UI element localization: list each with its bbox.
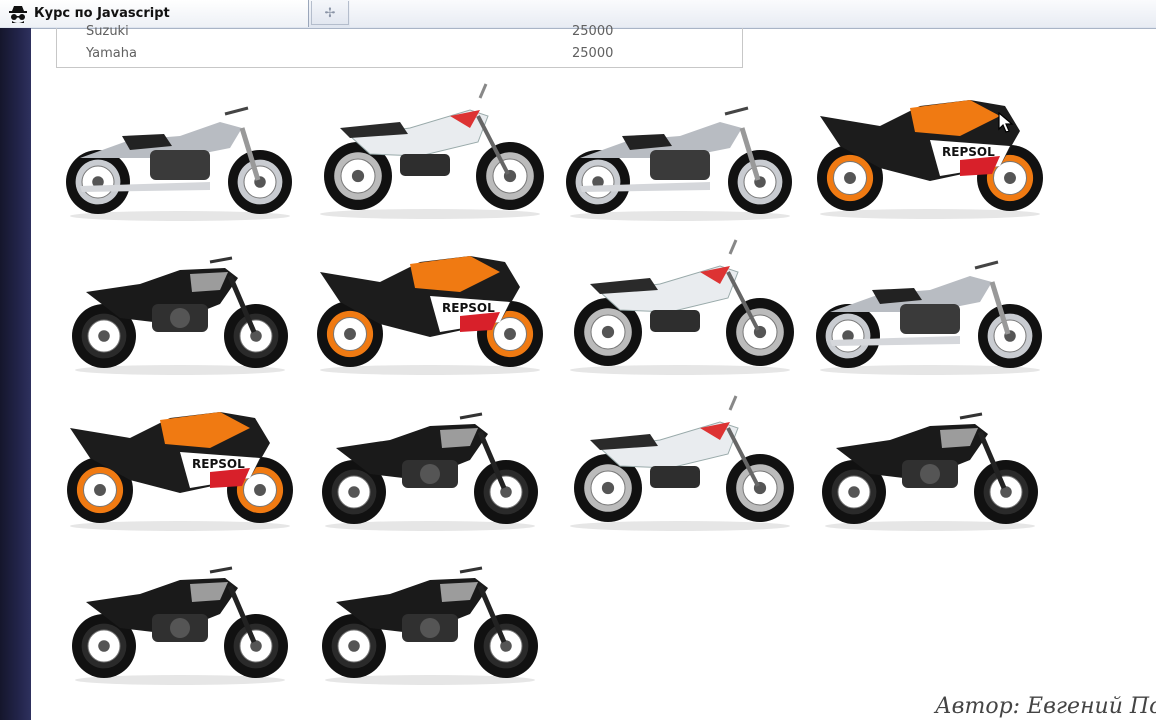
- gallery-image[interactable]: [60, 232, 300, 377]
- gallery-image[interactable]: [60, 78, 300, 223]
- gallery-image[interactable]: [560, 78, 800, 223]
- gallery-image[interactable]: [60, 542, 300, 687]
- adventure-motorcycle-image: [320, 83, 544, 219]
- gallery-image[interactable]: [560, 232, 800, 377]
- table-row: Yamaha 25000: [57, 44, 742, 64]
- naked-motorcycle-image: [72, 256, 288, 375]
- gallery-image[interactable]: REPSOL: [60, 388, 300, 533]
- price-table: Suzuki 25000 Yamaha 25000: [56, 24, 743, 68]
- gallery-image[interactable]: [810, 232, 1050, 377]
- naked-motorcycle-image: [822, 412, 1038, 531]
- sportbike-motorcycle-image: REPSOL: [67, 412, 293, 531]
- table-cell-name: Suzuki: [86, 24, 129, 39]
- table-cell-price: 25000: [572, 24, 614, 39]
- author-signature: Автор: Евгений Попов: [935, 694, 1156, 719]
- naked-motorcycle-image: [322, 412, 538, 531]
- table-cell-price: 25000: [572, 46, 614, 61]
- gallery-image[interactable]: [810, 388, 1050, 533]
- adventure-motorcycle-image: [570, 395, 794, 531]
- gallery-image[interactable]: [310, 388, 550, 533]
- table-cell-name: Yamaha: [86, 46, 137, 61]
- gallery-image[interactable]: [310, 76, 550, 221]
- gallery-image[interactable]: [560, 388, 800, 533]
- naked-motorcycle-image: [72, 566, 288, 685]
- table-row: Suzuki 25000: [57, 22, 742, 42]
- sportbike-motorcycle-image: REPSOL: [817, 100, 1043, 219]
- mouse-cursor-icon: [998, 112, 1014, 133]
- gallery-image[interactable]: REPSOL: [310, 232, 550, 377]
- cruiser-motorcycle-image: [566, 106, 792, 221]
- spy-icon: [9, 5, 27, 23]
- cruiser-motorcycle-image: [66, 106, 292, 221]
- plus-icon: ✢: [324, 4, 336, 20]
- sportbike-motorcycle-image: REPSOL: [317, 256, 543, 375]
- adventure-motorcycle-image: [570, 239, 794, 375]
- svg-text:REPSOL: REPSOL: [192, 457, 245, 471]
- svg-text:REPSOL: REPSOL: [442, 301, 495, 315]
- left-desktop-strip: [0, 28, 31, 720]
- gallery-image[interactable]: [310, 542, 550, 687]
- svg-text:REPSOL: REPSOL: [942, 145, 995, 159]
- tab-title: Курс по Javascript: [34, 6, 170, 21]
- cruiser-motorcycle-image: [816, 260, 1042, 375]
- gallery-image[interactable]: REPSOL: [810, 76, 1050, 221]
- naked-motorcycle-image: [322, 566, 538, 685]
